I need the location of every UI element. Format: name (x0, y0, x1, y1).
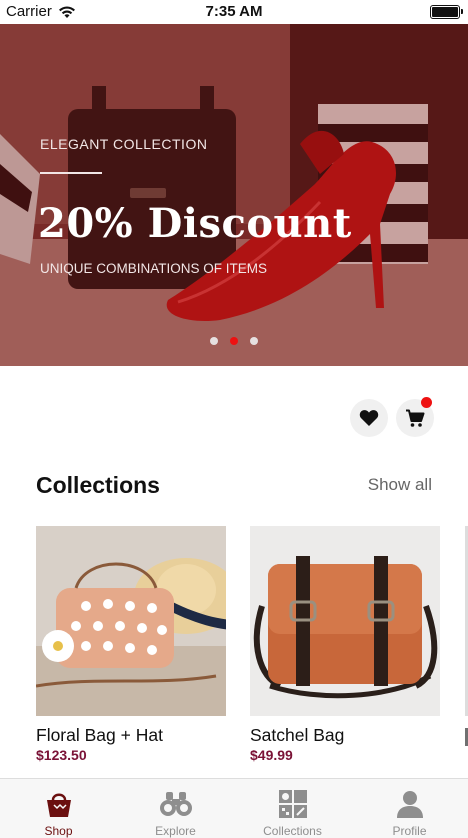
show-all-link[interactable]: Show all (368, 475, 432, 495)
product-card[interactable]: Satchel Bag $49.99 (250, 526, 440, 763)
tab-bar: Shop Explore Collections Profile (0, 778, 468, 838)
product-price: $49.99 (250, 747, 293, 763)
heart-icon (359, 410, 379, 426)
status-time: 7:35 AM (205, 3, 263, 20)
tab-label: Shop (44, 824, 73, 838)
shopping-bag-icon (42, 787, 76, 820)
tab-explore[interactable]: Explore (117, 779, 234, 838)
tab-label: Collections (263, 824, 322, 838)
product-image (36, 526, 226, 716)
satchel-bag-image (250, 526, 440, 716)
carousel-dot-1[interactable] (210, 337, 218, 345)
collections-title: Collections (36, 472, 160, 498)
product-price: $123.50 (36, 747, 87, 763)
carousel-dot-3[interactable] (250, 337, 258, 345)
tab-label: Explore (155, 824, 196, 838)
tab-collections[interactable]: Collections (234, 779, 351, 838)
product-name: Satchel Bag (250, 725, 345, 745)
hero-title: 20% Discount (38, 200, 352, 247)
tab-profile[interactable]: Profile (351, 779, 468, 838)
collections-grid-icon (276, 787, 310, 820)
collections-carousel[interactable]: Floral Bag + Hat $123.50 Satchel Bag $49… (0, 526, 468, 766)
hero-overlay (0, 24, 468, 366)
carousel-dot-2[interactable] (230, 337, 238, 345)
hero-banner[interactable]: ELEGANT COLLECTION 20% Discount UNIQUE C… (0, 24, 468, 366)
floral-bag-image (36, 526, 226, 716)
cart-badge (421, 397, 432, 408)
binoculars-icon (159, 787, 193, 820)
cart-button[interactable] (396, 397, 434, 437)
tab-label: Profile (392, 824, 427, 838)
product-image (250, 526, 440, 716)
hero-divider (40, 172, 102, 174)
hero-eyebrow: ELEGANT COLLECTION (40, 136, 208, 152)
battery-icon (430, 5, 463, 19)
cart-icon (406, 409, 425, 427)
favorites-button[interactable] (350, 399, 388, 437)
product-name: Floral Bag + Hat (36, 725, 163, 745)
carousel-dots (0, 337, 468, 345)
person-icon (393, 787, 427, 820)
hero-subtitle: UNIQUE COMBINATIONS OF ITEMS (40, 261, 268, 276)
status-bar: Carrier 7:35 AM (0, 0, 468, 24)
tab-shop[interactable]: Shop (0, 779, 117, 838)
product-card[interactable]: Floral Bag + Hat $123.50 (36, 526, 226, 763)
